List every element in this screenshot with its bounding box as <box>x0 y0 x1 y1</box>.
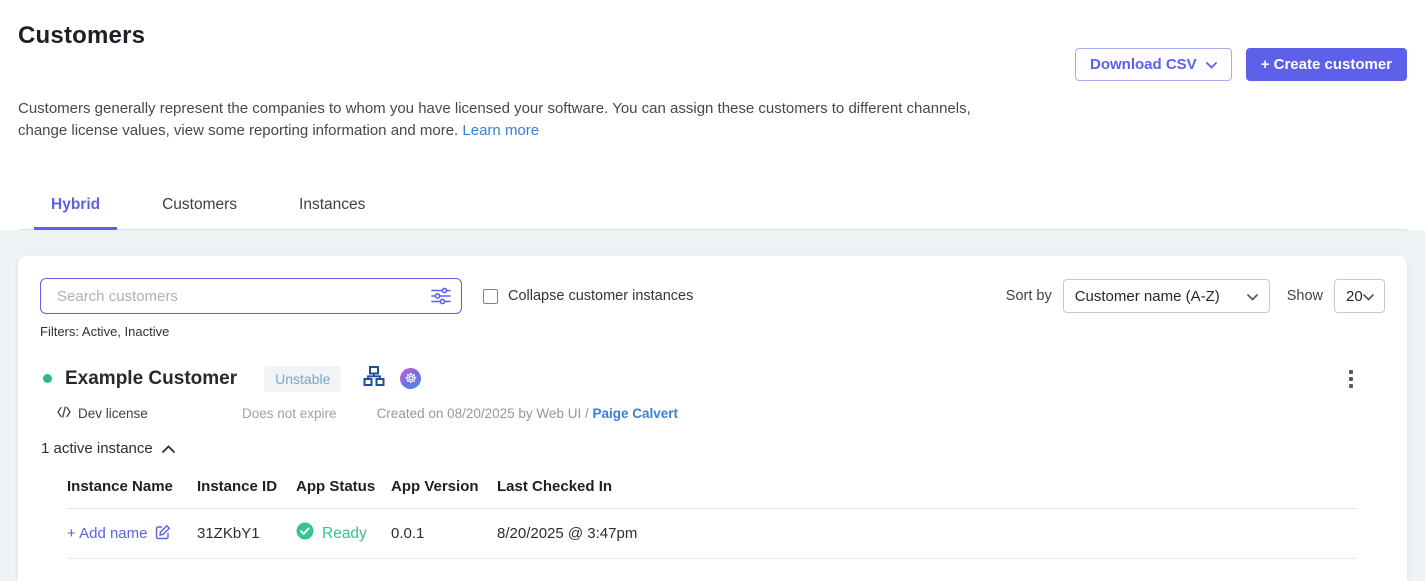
instances-table: Instance Name Instance ID App Status App… <box>67 478 1357 559</box>
sort-select-value: Customer name (A-Z) <box>1075 288 1220 305</box>
show-select[interactable]: 20 <box>1334 279 1385 313</box>
download-csv-label: Download CSV <box>1090 56 1197 73</box>
chevron-up-icon <box>162 440 175 457</box>
content-area: Collapse customer instances Sort by Cust… <box>0 230 1425 581</box>
col-instance-id: Instance ID <box>197 478 296 495</box>
customers-card: Collapse customer instances Sort by Cust… <box>18 256 1407 581</box>
kubernetes-icon: ☸ <box>400 368 421 389</box>
create-customer-label: + Create customer <box>1261 56 1392 73</box>
instances-collapse-toggle[interactable]: 1 active instance <box>40 440 175 457</box>
collapse-instances-checkbox[interactable] <box>483 289 498 304</box>
tab-instances[interactable]: Instances <box>282 188 382 230</box>
license-expiration: Does not expire <box>242 406 337 421</box>
collapse-instances-group: Collapse customer instances <box>483 288 693 304</box>
instances-summary: 1 active instance <box>41 440 153 457</box>
filter-sliders-icon[interactable] <box>431 287 451 305</box>
active-filters-text: Filters: Active, Inactive <box>40 324 1385 339</box>
sitemap-icon <box>362 364 386 393</box>
app-version-value: 0.0.1 <box>391 525 497 542</box>
chevron-down-icon <box>1363 288 1374 305</box>
check-circle-icon <box>296 522 314 545</box>
created-by-text: Created on 08/20/2025 by Web UI / Paige … <box>377 406 678 421</box>
tab-hybrid[interactable]: Hybrid <box>34 188 117 230</box>
customer-type-icons: ☸ <box>362 364 421 393</box>
col-app-status: App Status <box>296 478 391 495</box>
show-select-value: 20 <box>1346 288 1363 305</box>
last-checked-in-value: 8/20/2025 @ 3:47pm <box>497 525 1357 542</box>
app-status-value: Ready <box>296 522 391 545</box>
code-icon <box>57 406 71 421</box>
license-row: Dev license Does not expire Created on 0… <box>40 406 1385 421</box>
edit-pencil-icon <box>155 524 171 544</box>
col-instance-name: Instance Name <box>67 478 197 495</box>
page-header: Customers Download CSV + Create customer… <box>0 0 1425 142</box>
channel-badge: Unstable <box>264 366 341 392</box>
chevron-down-icon <box>1206 56 1217 73</box>
active-status-dot <box>43 374 52 383</box>
toolbar: Collapse customer instances Sort by Cust… <box>40 278 1385 314</box>
create-customer-button[interactable]: + Create customer <box>1246 48 1407 81</box>
app-status-label: Ready <box>322 525 367 543</box>
created-on-text: Created on 08/20/2025 by Web UI / <box>377 406 589 421</box>
chevron-down-icon <box>1247 288 1258 305</box>
table-row: + Add name 31ZKbY1 <box>67 509 1357 559</box>
collapse-instances-label: Collapse customer instances <box>508 288 693 304</box>
add-name-label: + Add name <box>67 525 147 542</box>
customer-name[interactable]: Example Customer <box>65 368 237 390</box>
customer-row-header: Example Customer Unstable ☸ <box>40 364 1385 393</box>
customer-actions-menu[interactable] <box>1345 366 1357 392</box>
created-by-link[interactable]: Paige Calvert <box>592 406 678 421</box>
header-actions: Download CSV + Create customer <box>1075 48 1407 81</box>
col-last-checked-in: Last Checked In <box>497 478 1357 495</box>
license-type: Dev license <box>78 406 148 421</box>
show-label: Show <box>1287 288 1323 304</box>
download-csv-button[interactable]: Download CSV <box>1075 48 1232 81</box>
sort-select[interactable]: Customer name (A-Z) <box>1063 279 1270 313</box>
table-header-row: Instance Name Instance ID App Status App… <box>67 478 1357 509</box>
tab-bar: Hybrid Customers Instances <box>18 188 1407 230</box>
learn-more-link[interactable]: Learn more <box>462 122 539 139</box>
tab-customers[interactable]: Customers <box>145 188 254 230</box>
page-title: Customers <box>18 22 145 50</box>
col-app-version: App Version <box>391 478 497 495</box>
page-description: Customers generally represent the compan… <box>18 98 976 142</box>
sort-by-label: Sort by <box>1006 288 1052 304</box>
search-wrap <box>40 278 462 314</box>
search-input[interactable] <box>40 278 462 314</box>
add-instance-name-button[interactable]: + Add name <box>67 524 171 544</box>
instance-id-value: 31ZKbY1 <box>197 525 296 542</box>
